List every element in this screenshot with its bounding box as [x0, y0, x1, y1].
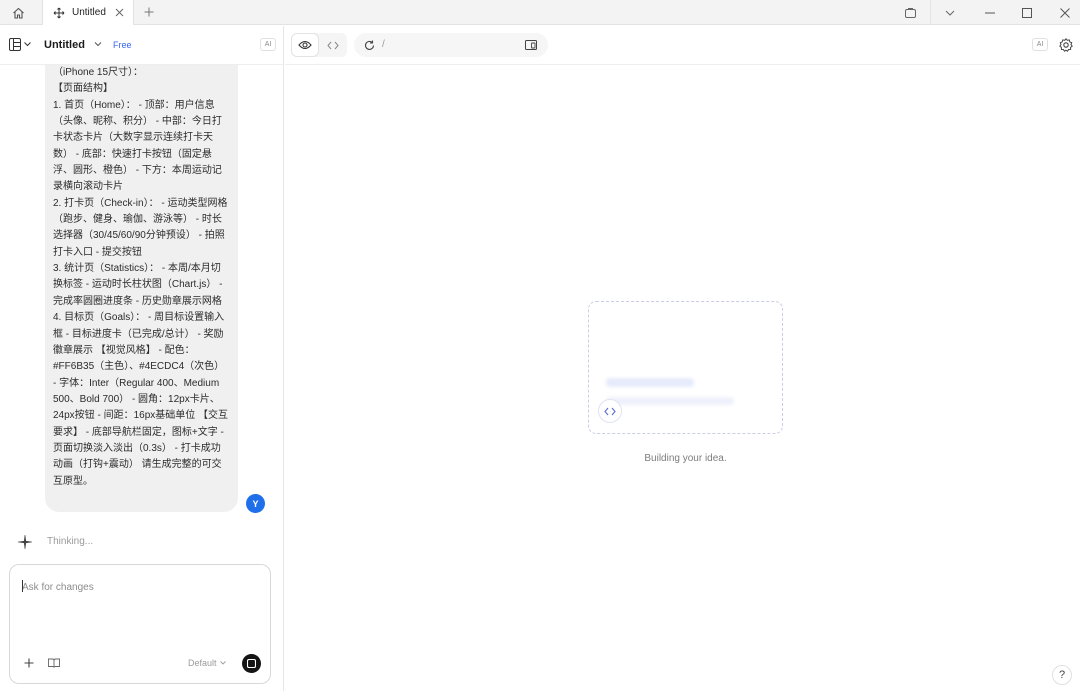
chevron-down-icon — [24, 42, 31, 47]
user-message-bubble: （iPhone 15尺寸）： 【页面结构】 1. 首页（Home）： - 顶部：… — [45, 65, 238, 512]
maximize-icon[interactable] — [1012, 0, 1042, 25]
plus-icon[interactable] — [22, 656, 36, 670]
sparkle-icon — [17, 534, 33, 550]
preview-canvas[interactable]: Building your idea. ? — [285, 65, 1080, 691]
status-text: Thinking... — [47, 536, 94, 547]
preview-mode-button[interactable] — [291, 33, 319, 57]
model-select[interactable]: Default — [188, 658, 226, 668]
view-mode-toggle — [291, 33, 347, 57]
window-close-icon[interactable] — [1050, 0, 1080, 25]
preview-header: / AI — [285, 26, 1080, 65]
project-name[interactable]: Untitled — [44, 39, 85, 51]
minimize-icon[interactable] — [975, 0, 1005, 25]
gear-icon[interactable] — [1058, 37, 1074, 53]
chevron-down-icon — [219, 661, 226, 665]
book-icon[interactable] — [47, 656, 61, 670]
chat-panel: Untitled Free AI （iPhone 15尺寸）： 【页面结构】 1… — [0, 26, 284, 691]
ai-badge[interactable]: AI — [260, 38, 276, 51]
chevron-down-icon[interactable] — [94, 40, 102, 48]
chat-input[interactable] — [22, 577, 258, 597]
avatar: Y — [246, 494, 265, 513]
title-bar: Untitled — [0, 0, 1080, 25]
ai-badge[interactable]: AI — [1032, 38, 1048, 51]
move-icon — [53, 7, 65, 19]
layout-toggle-button[interactable] — [9, 38, 31, 51]
chat-panel-header: Untitled Free AI — [0, 26, 283, 65]
skeleton-line — [606, 378, 694, 387]
url-path[interactable]: / — [382, 39, 385, 50]
divider — [930, 0, 931, 25]
url-bar: / — [354, 33, 548, 57]
help-button[interactable]: ? — [1052, 665, 1072, 685]
chat-thread[interactable]: （iPhone 15尺寸）： 【页面结构】 1. 首页（Home）： - 顶部：… — [0, 65, 283, 525]
plus-icon[interactable] — [142, 4, 156, 20]
chevron-down-icon[interactable] — [935, 0, 965, 25]
reload-icon[interactable] — [362, 38, 376, 52]
eye-icon — [298, 40, 312, 50]
message-composer: Default — [9, 564, 271, 684]
model-label: Default — [188, 658, 217, 668]
code-mode-button[interactable] — [319, 33, 347, 57]
skeleton-line — [606, 397, 734, 405]
code-icon — [598, 399, 622, 423]
stop-button[interactable] — [242, 654, 261, 673]
build-status-text: Building your idea. — [644, 453, 727, 464]
tab-title: Untitled — [72, 7, 106, 18]
user-message-text: （iPhone 15尺寸）： 【页面结构】 1. 首页（Home）： - 顶部：… — [53, 67, 229, 487]
plan-badge[interactable]: Free — [113, 40, 132, 50]
thinking-indicator: Thinking... — [0, 533, 283, 551]
stop-icon — [247, 659, 256, 668]
tab-overview-icon[interactable] — [895, 0, 925, 25]
tab-untitled[interactable]: Untitled — [42, 0, 134, 25]
home-icon[interactable] — [8, 4, 28, 21]
device-size-icon[interactable] — [524, 38, 538, 52]
code-icon — [327, 41, 339, 49]
preview-panel: / AI Building your idea. ? — [285, 26, 1080, 691]
close-icon[interactable] — [113, 6, 125, 18]
text-caret — [22, 580, 23, 592]
loading-placeholder-card — [588, 301, 783, 434]
layout-icon — [9, 38, 21, 51]
